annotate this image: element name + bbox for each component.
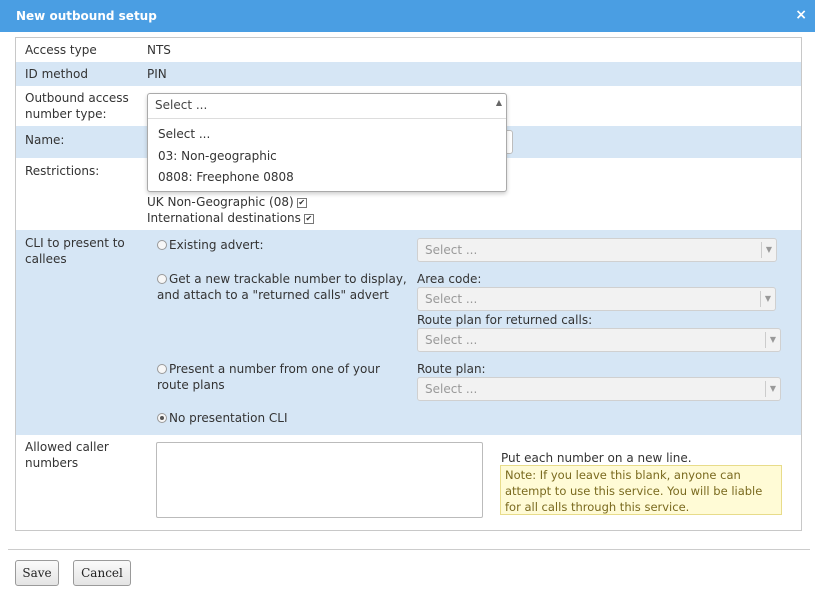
restriction-international: International destinations ✔ xyxy=(147,210,314,226)
cli-trackable-label-1: Get a new trackable number to display, xyxy=(169,272,407,286)
cli-routeplan-label-1: Present a number from one of your xyxy=(169,362,380,376)
allowed-note: Note: If you leave this blank, anyone ca… xyxy=(500,465,782,515)
area-code-select[interactable]: Select ... ▼ xyxy=(417,287,776,311)
close-icon[interactable]: × xyxy=(795,7,807,23)
restriction-international-label: International destinations xyxy=(147,211,301,225)
restriction-uk-nongeo: UK Non-Geographic (08) ✔ xyxy=(147,194,307,210)
restriction-uk-nongeo-checkbox[interactable]: ✔ xyxy=(296,198,307,208)
outbound-type-option[interactable]: 03: Non-geographic xyxy=(158,148,277,164)
dialog-title: New outbound setup xyxy=(16,9,157,23)
cli-trackable-radio[interactable] xyxy=(157,274,167,284)
restrictions-label: Restrictions: xyxy=(25,164,100,178)
access-type-label: Access type xyxy=(25,43,97,57)
cli-existing-label: Existing advert: xyxy=(169,238,264,252)
cancel-button[interactable]: Cancel xyxy=(73,560,131,586)
cli-routeplan-radio[interactable] xyxy=(157,364,167,374)
route-plan-select[interactable]: Select ... ▼ xyxy=(417,377,781,401)
outbound-type-label-2: number type: xyxy=(25,107,107,121)
returned-route-select-text: Select ... xyxy=(425,333,478,347)
cli-routeplan-label-2: route plans xyxy=(157,378,225,392)
save-button[interactable]: Save xyxy=(15,560,59,586)
outbound-type-dropdown[interactable]: Select ... ▲ Select ... 03: Non-geograph… xyxy=(147,93,507,192)
route-plan-label: Route plan: xyxy=(417,362,486,376)
chevron-down-icon: ▼ xyxy=(761,242,776,258)
dialog-titlebar: New outbound setup × xyxy=(0,0,815,32)
footer-divider xyxy=(8,549,810,550)
id-method-row: ID method PIN xyxy=(16,62,801,86)
outbound-type-label-1: Outbound access xyxy=(25,91,129,105)
returned-route-label: Route plan for returned calls: xyxy=(417,313,593,327)
existing-advert-select-text: Select ... xyxy=(425,243,478,257)
existing-advert-select[interactable]: Select ... ▼ xyxy=(417,238,777,262)
chevron-up-icon: ▲ xyxy=(495,98,502,107)
cli-label-2: callees xyxy=(25,252,67,266)
cli-label-1: CLI to present to xyxy=(25,236,125,250)
access-type-row: Access type NTS xyxy=(16,38,801,62)
area-code-label: Area code: xyxy=(417,272,482,286)
id-method-value: PIN xyxy=(147,67,167,81)
chevron-down-icon: ▼ xyxy=(760,291,775,307)
id-method-label: ID method xyxy=(25,67,88,81)
restriction-international-checkbox[interactable]: ✔ xyxy=(303,214,314,224)
chevron-down-icon: ▼ xyxy=(765,332,780,348)
cli-existing-radio[interactable] xyxy=(157,240,167,250)
allowed-label-2: numbers xyxy=(25,456,79,470)
cli-trackable-label-2: and attach to a "returned calls" advert xyxy=(157,288,389,302)
outbound-type-option[interactable]: 0808: Freephone 0808 xyxy=(158,169,294,185)
access-type-value: NTS xyxy=(147,43,171,57)
outbound-type-option[interactable]: Select ... xyxy=(158,126,210,142)
restriction-uk-nongeo-label: UK Non-Geographic (08) xyxy=(147,195,294,209)
returned-route-select[interactable]: Select ... ▼ xyxy=(417,328,781,352)
allowed-numbers-textarea[interactable] xyxy=(156,442,483,518)
allowed-hint: Put each number on a new line. xyxy=(501,451,692,465)
outbound-type-select[interactable]: Select ... ▲ xyxy=(148,94,506,119)
area-code-select-text: Select ... xyxy=(425,292,478,306)
cli-none-radio[interactable] xyxy=(157,413,167,423)
allowed-label-1: Allowed caller xyxy=(25,440,109,454)
outbound-type-selected: Select ... xyxy=(155,98,208,112)
name-label: Name: xyxy=(25,133,65,147)
chevron-down-icon: ▼ xyxy=(765,381,780,397)
cli-row: CLI to present to callees Existing adver… xyxy=(16,230,801,435)
cli-none-label: No presentation CLI xyxy=(169,411,288,425)
route-plan-select-text: Select ... xyxy=(425,382,478,396)
